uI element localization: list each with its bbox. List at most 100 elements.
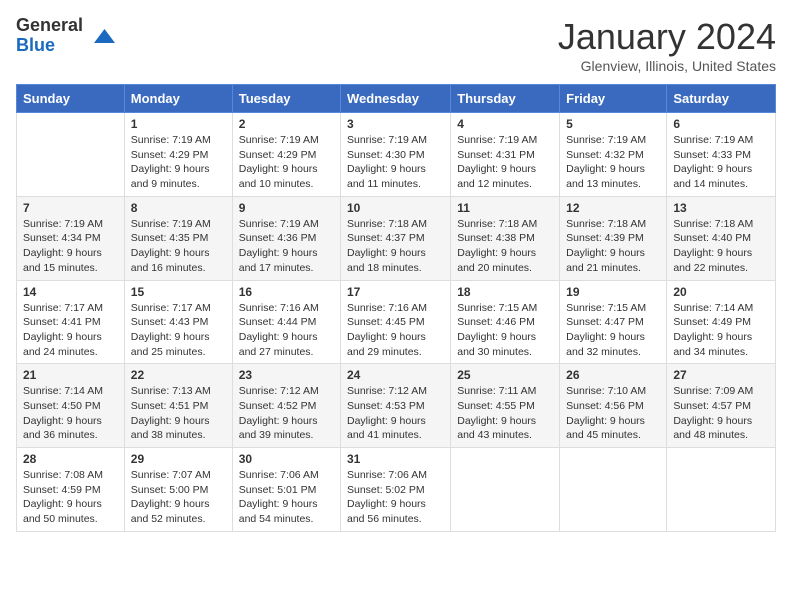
day-detail: Sunrise: 7:17 AM Sunset: 4:41 PM Dayligh… — [23, 301, 118, 360]
logo-general-text: General — [16, 16, 83, 36]
day-number: 6 — [673, 117, 769, 131]
day-detail: Sunrise: 7:14 AM Sunset: 4:49 PM Dayligh… — [673, 301, 769, 360]
day-number: 18 — [457, 285, 553, 299]
calendar-cell: 30 Sunrise: 7:06 AM Sunset: 5:01 PM Dayli… — [232, 448, 340, 532]
day-detail: Sunrise: 7:18 AM Sunset: 4:38 PM Dayligh… — [457, 217, 553, 276]
calendar-cell — [560, 448, 667, 532]
day-detail: Sunrise: 7:09 AM Sunset: 4:57 PM Dayligh… — [673, 384, 769, 443]
day-detail: Sunrise: 7:13 AM Sunset: 4:51 PM Dayligh… — [131, 384, 226, 443]
calendar-cell — [17, 113, 125, 197]
calendar-table: SundayMondayTuesdayWednesdayThursdayFrid… — [16, 84, 776, 532]
day-number: 13 — [673, 201, 769, 215]
day-detail: Sunrise: 7:15 AM Sunset: 4:46 PM Dayligh… — [457, 301, 553, 360]
day-number: 20 — [673, 285, 769, 299]
logo-icon — [87, 22, 115, 50]
day-detail: Sunrise: 7:15 AM Sunset: 4:47 PM Dayligh… — [566, 301, 660, 360]
day-detail: Sunrise: 7:19 AM Sunset: 4:33 PM Dayligh… — [673, 133, 769, 192]
calendar-cell: 3 Sunrise: 7:19 AM Sunset: 4:30 PM Daylig… — [341, 113, 451, 197]
logo-blue-text: Blue — [16, 36, 83, 56]
day-header-friday: Friday — [560, 85, 667, 113]
day-detail: Sunrise: 7:18 AM Sunset: 4:37 PM Dayligh… — [347, 217, 444, 276]
calendar-cell: 6 Sunrise: 7:19 AM Sunset: 4:33 PM Daylig… — [667, 113, 776, 197]
day-detail: Sunrise: 7:06 AM Sunset: 5:01 PM Dayligh… — [239, 468, 334, 527]
calendar-cell: 9 Sunrise: 7:19 AM Sunset: 4:36 PM Daylig… — [232, 196, 340, 280]
month-title: January 2024 — [558, 16, 776, 58]
day-number: 9 — [239, 201, 334, 215]
day-number: 15 — [131, 285, 226, 299]
day-detail: Sunrise: 7:14 AM Sunset: 4:50 PM Dayligh… — [23, 384, 118, 443]
calendar-cell: 10 Sunrise: 7:18 AM Sunset: 4:37 PM Dayli… — [341, 196, 451, 280]
day-number: 7 — [23, 201, 118, 215]
calendar-cell: 21 Sunrise: 7:14 AM Sunset: 4:50 PM Dayli… — [17, 364, 125, 448]
day-number: 24 — [347, 368, 444, 382]
calendar-cell: 22Sunrise: 7:13 AM Sunset: 4:51 PM Dayli… — [124, 364, 232, 448]
calendar-cell: 20 Sunrise: 7:14 AM Sunset: 4:49 PM Dayli… — [667, 280, 776, 364]
day-number: 16 — [239, 285, 334, 299]
day-number: 17 — [347, 285, 444, 299]
calendar-cell — [667, 448, 776, 532]
day-detail: Sunrise: 7:12 AM Sunset: 4:52 PM Dayligh… — [239, 384, 334, 443]
week-row-3: 14 Sunrise: 7:17 AM Sunset: 4:41 PM Dayli… — [17, 280, 776, 364]
day-number: 5 — [566, 117, 660, 131]
calendar-cell: 1Sunrise: 7:19 AM Sunset: 4:29 PM Daylig… — [124, 113, 232, 197]
calendar-cell: 17Sunrise: 7:16 AM Sunset: 4:45 PM Dayli… — [341, 280, 451, 364]
day-detail: Sunrise: 7:16 AM Sunset: 4:44 PM Dayligh… — [239, 301, 334, 360]
day-number: 21 — [23, 368, 118, 382]
week-row-2: 7 Sunrise: 7:19 AM Sunset: 4:34 PM Daylig… — [17, 196, 776, 280]
week-row-5: 28Sunrise: 7:08 AM Sunset: 4:59 PM Dayli… — [17, 448, 776, 532]
calendar-cell: 2 Sunrise: 7:19 AM Sunset: 4:29 PM Daylig… — [232, 113, 340, 197]
calendar-cell: 28Sunrise: 7:08 AM Sunset: 4:59 PM Dayli… — [17, 448, 125, 532]
day-header-wednesday: Wednesday — [341, 85, 451, 113]
calendar-cell: 23 Sunrise: 7:12 AM Sunset: 4:52 PM Dayli… — [232, 364, 340, 448]
calendar-cell: 15 Sunrise: 7:17 AM Sunset: 4:43 PM Dayli… — [124, 280, 232, 364]
page-header: General Blue January 2024 Glenview, Illi… — [16, 16, 776, 74]
day-header-saturday: Saturday — [667, 85, 776, 113]
calendar-cell: 27 Sunrise: 7:09 AM Sunset: 4:57 PM Dayli… — [667, 364, 776, 448]
calendar-cell: 25Sunrise: 7:11 AM Sunset: 4:55 PM Dayli… — [451, 364, 560, 448]
day-detail: Sunrise: 7:17 AM Sunset: 4:43 PM Dayligh… — [131, 301, 226, 360]
week-row-4: 21 Sunrise: 7:14 AM Sunset: 4:50 PM Dayli… — [17, 364, 776, 448]
day-detail: Sunrise: 7:19 AM Sunset: 4:29 PM Dayligh… — [239, 133, 334, 192]
calendar-cell: 11 Sunrise: 7:18 AM Sunset: 4:38 PM Dayli… — [451, 196, 560, 280]
day-number: 4 — [457, 117, 553, 131]
day-number: 12 — [566, 201, 660, 215]
day-number: 10 — [347, 201, 444, 215]
calendar-cell — [451, 448, 560, 532]
day-number: 11 — [457, 201, 553, 215]
calendar-cell: 13 Sunrise: 7:18 AM Sunset: 4:40 PM Dayli… — [667, 196, 776, 280]
location-text: Glenview, Illinois, United States — [558, 58, 776, 74]
calendar-cell: 7 Sunrise: 7:19 AM Sunset: 4:34 PM Daylig… — [17, 196, 125, 280]
calendar-cell: 19 Sunrise: 7:15 AM Sunset: 4:47 PM Dayli… — [560, 280, 667, 364]
calendar-cell: 24Sunrise: 7:12 AM Sunset: 4:53 PM Dayli… — [341, 364, 451, 448]
day-detail: Sunrise: 7:07 AM Sunset: 5:00 PM Dayligh… — [131, 468, 226, 527]
day-number: 14 — [23, 285, 118, 299]
calendar-cell: 8 Sunrise: 7:19 AM Sunset: 4:35 PM Daylig… — [124, 196, 232, 280]
day-detail: Sunrise: 7:19 AM Sunset: 4:35 PM Dayligh… — [131, 217, 226, 276]
day-detail: Sunrise: 7:10 AM Sunset: 4:56 PM Dayligh… — [566, 384, 660, 443]
day-header-tuesday: Tuesday — [232, 85, 340, 113]
day-number: 27 — [673, 368, 769, 382]
day-number: 25 — [457, 368, 553, 382]
day-number: 3 — [347, 117, 444, 131]
logo: General Blue — [16, 16, 115, 56]
days-header-row: SundayMondayTuesdayWednesdayThursdayFrid… — [17, 85, 776, 113]
day-number: 2 — [239, 117, 334, 131]
day-detail: Sunrise: 7:19 AM Sunset: 4:34 PM Dayligh… — [23, 217, 118, 276]
day-detail: Sunrise: 7:19 AM Sunset: 4:36 PM Dayligh… — [239, 217, 334, 276]
day-detail: Sunrise: 7:19 AM Sunset: 4:30 PM Dayligh… — [347, 133, 444, 192]
day-number: 31 — [347, 452, 444, 466]
day-detail: Sunrise: 7:18 AM Sunset: 4:40 PM Dayligh… — [673, 217, 769, 276]
calendar-cell: 5Sunrise: 7:19 AM Sunset: 4:32 PM Daylig… — [560, 113, 667, 197]
day-number: 23 — [239, 368, 334, 382]
day-detail: Sunrise: 7:19 AM Sunset: 4:31 PM Dayligh… — [457, 133, 553, 192]
day-header-thursday: Thursday — [451, 85, 560, 113]
day-number: 30 — [239, 452, 334, 466]
day-header-sunday: Sunday — [17, 85, 125, 113]
day-number: 8 — [131, 201, 226, 215]
title-block: January 2024 Glenview, Illinois, United … — [558, 16, 776, 74]
day-number: 28 — [23, 452, 118, 466]
day-detail: Sunrise: 7:18 AM Sunset: 4:39 PM Dayligh… — [566, 217, 660, 276]
day-number: 19 — [566, 285, 660, 299]
calendar-cell: 29Sunrise: 7:07 AM Sunset: 5:00 PM Dayli… — [124, 448, 232, 532]
calendar-cell: 12 Sunrise: 7:18 AM Sunset: 4:39 PM Dayli… — [560, 196, 667, 280]
